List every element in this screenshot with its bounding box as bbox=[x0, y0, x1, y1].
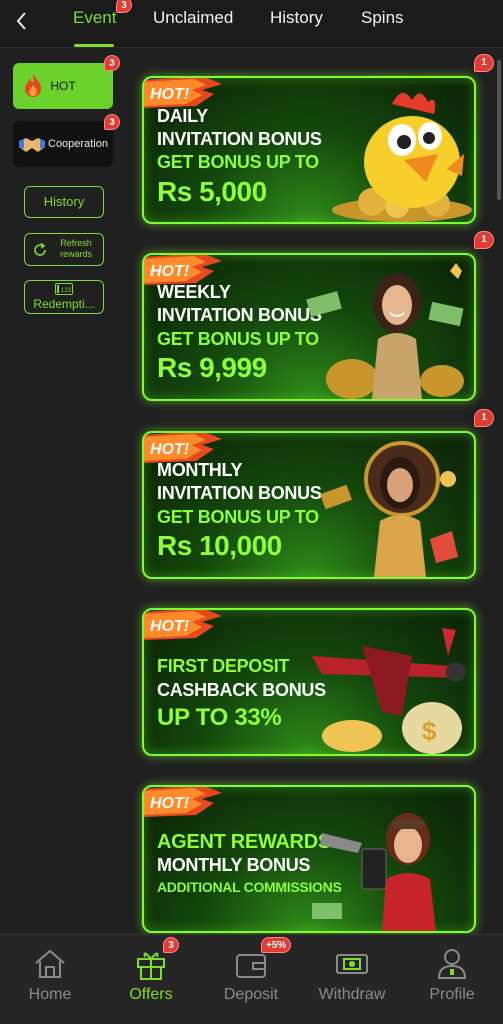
nav-withdraw[interactable]: Withdraw bbox=[302, 935, 402, 1024]
hot-tag-icon: HOT! bbox=[144, 787, 222, 817]
scrollbar[interactable] bbox=[497, 60, 501, 200]
banner-notification-badge: 1 bbox=[474, 231, 494, 249]
bottom-navigation: Home Offers 3 Deposit +5% Withdraw Profi… bbox=[0, 934, 503, 1024]
nav-home[interactable]: Home bbox=[0, 935, 100, 1024]
sidebar-item-cooperation[interactable]: Cooperation bbox=[13, 121, 113, 167]
tab-history[interactable]: History bbox=[270, 8, 323, 28]
svg-text:123: 123 bbox=[61, 288, 72, 294]
banner-bonus-text: UP TO 33% bbox=[157, 704, 282, 731]
nav-deposit[interactable]: Deposit +5% bbox=[201, 935, 301, 1024]
redemption-label: Redempti... bbox=[33, 297, 95, 311]
redemption-button[interactable]: 123 Redempti... bbox=[24, 280, 104, 314]
woman-with-cash-icon bbox=[306, 263, 464, 399]
nav-home-label: Home bbox=[28, 986, 72, 1003]
banner-amount: Rs 9,999 bbox=[157, 352, 267, 383]
banner-title: WEEKLY bbox=[157, 282, 231, 302]
nav-profile[interactable]: Profile bbox=[402, 935, 502, 1024]
svg-text:$: $ bbox=[422, 716, 437, 746]
banner-bonus-text: GET BONUS UP TO bbox=[157, 507, 319, 527]
banner-title: DAILY bbox=[157, 106, 208, 126]
banner-first-deposit-cashback[interactable]: HOT! FIRST DEPOSIT CASHBACK BONUS UP TO … bbox=[142, 608, 476, 756]
history-button[interactable]: History bbox=[24, 186, 104, 218]
tab-spins[interactable]: Spins bbox=[361, 8, 404, 28]
nav-deposit-label: Deposit bbox=[223, 986, 279, 1003]
svg-text:HOT!: HOT! bbox=[150, 618, 190, 635]
refresh-rewards-button[interactable]: Refresh rewards bbox=[24, 233, 104, 266]
hot-tag-icon: HOT! bbox=[144, 610, 222, 640]
woman-with-roulette-icon bbox=[320, 441, 458, 577]
banner-title: FIRST DEPOSIT bbox=[157, 656, 290, 676]
active-tab-indicator bbox=[74, 44, 114, 47]
nav-offers-badge: 3 bbox=[163, 937, 179, 953]
svg-text:HOT!: HOT! bbox=[150, 263, 190, 280]
banner-monthly-invitation[interactable]: HOT! MONTHLY INVITATION BONUS GET BONUS … bbox=[142, 431, 476, 579]
airplane-with-money-bag-icon: $ bbox=[312, 628, 466, 754]
banner-daily-invitation[interactable]: HOT! DAILY INVITATION BONUS GET BONUS UP… bbox=[142, 76, 476, 224]
banner-subtitle: MONTHLY BONUS bbox=[157, 855, 311, 875]
banner-subtitle: INVITATION BONUS bbox=[157, 305, 322, 325]
nav-offers[interactable]: Offers 3 bbox=[101, 935, 201, 1024]
banner-amount: Rs 5,000 bbox=[157, 176, 267, 207]
aviator-woman-icon bbox=[312, 813, 436, 931]
sidebar-item-label: HOT bbox=[50, 79, 76, 93]
banner-agent-rewards[interactable]: HOT! AGENT REWARDS MONTHLY BONUS ADDITIO… bbox=[142, 785, 476, 933]
refresh-rewards-label: Refresh rewards bbox=[59, 238, 92, 259]
nav-deposit-badge: +5% bbox=[261, 937, 292, 953]
top-tab-bar: Event 3 Unclaimed History Spins bbox=[0, 0, 503, 48]
tab-unclaimed[interactable]: Unclaimed bbox=[153, 8, 233, 28]
banner-subtitle: INVITATION BONUS bbox=[157, 129, 322, 149]
tab-event[interactable]: Event bbox=[73, 8, 116, 28]
tab-event-badge: 3 bbox=[116, 0, 132, 13]
nav-offers-label: Offers bbox=[129, 986, 173, 1003]
sidebar-cooperation-badge: 3 bbox=[104, 114, 120, 130]
banner-title: MONTHLY bbox=[157, 460, 243, 480]
back-arrow-icon[interactable] bbox=[10, 8, 36, 34]
banner-bonus-text: GET BONUS UP TO bbox=[157, 329, 319, 349]
banner-notification-badge: 1 bbox=[474, 409, 494, 427]
banner-subtitle: CASHBACK BONUS bbox=[157, 680, 326, 700]
home-icon bbox=[35, 949, 65, 978]
handshake-icon bbox=[19, 138, 45, 152]
banner-notification-badge: 1 bbox=[474, 54, 494, 72]
cash-icon bbox=[336, 954, 368, 974]
svg-text:HOT!: HOT! bbox=[150, 441, 190, 458]
refresh-icon bbox=[34, 242, 46, 256]
sidebar-item-label: Cooperation bbox=[48, 138, 108, 150]
nav-withdraw-label: Withdraw bbox=[318, 986, 386, 1003]
banner-weekly-invitation[interactable]: HOT! WEEKLY INVITATION BONUS GET BONUS U… bbox=[142, 253, 476, 401]
redemption-code-icon: 123 bbox=[55, 283, 73, 295]
sidebar-hot-badge: 3 bbox=[104, 55, 120, 71]
profile-icon bbox=[437, 949, 467, 979]
chicken-mascot-icon bbox=[332, 92, 472, 222]
banner-bonus-text: GET BONUS UP TO bbox=[157, 152, 319, 172]
banner-subtitle: INVITATION BONUS bbox=[157, 483, 322, 503]
svg-text:HOT!: HOT! bbox=[150, 86, 190, 103]
svg-text:HOT!: HOT! bbox=[150, 795, 190, 812]
sidebar-item-hot[interactable]: HOT bbox=[13, 63, 113, 109]
hot-tag-icon: HOT! bbox=[144, 78, 222, 108]
banner-amount: Rs 10,000 bbox=[157, 530, 282, 561]
nav-profile-label: Profile bbox=[429, 986, 475, 1003]
